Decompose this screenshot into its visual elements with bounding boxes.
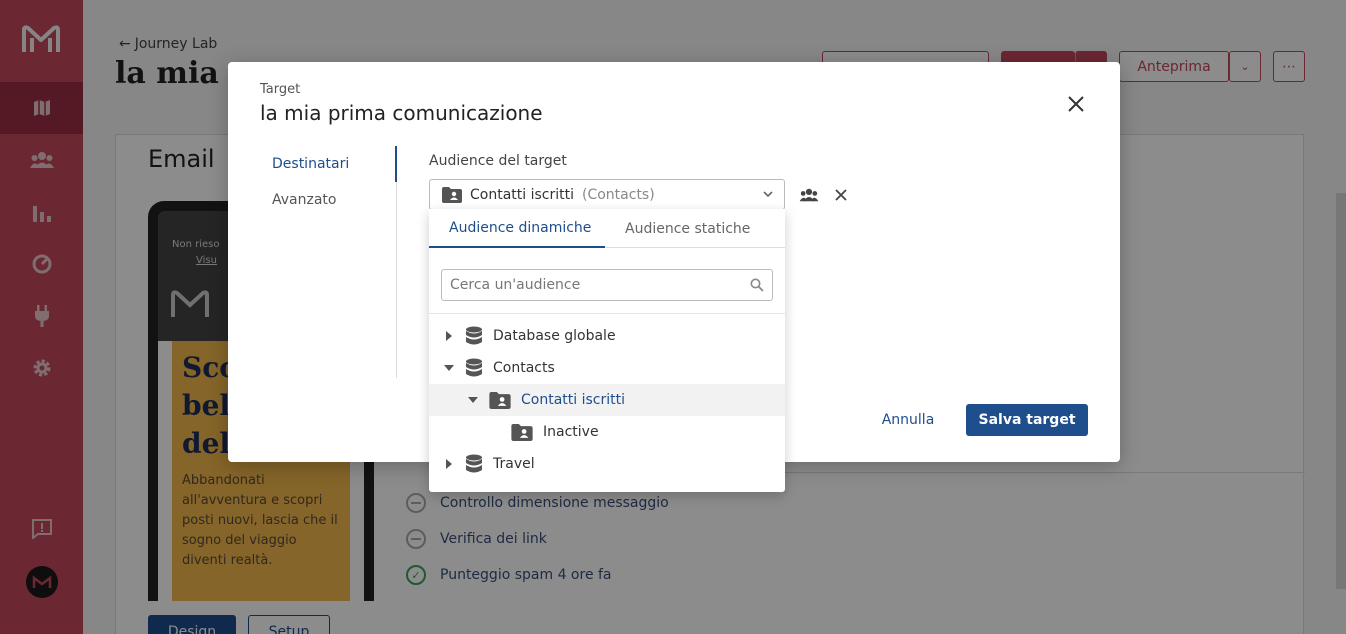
tree-item-label: Database globale (493, 328, 616, 344)
close-icon[interactable] (1064, 92, 1088, 116)
divider (429, 313, 785, 314)
selected-audience-name: Contatti iscritti (470, 186, 574, 203)
search-icon (750, 278, 764, 292)
audience-contacts-button[interactable] (798, 185, 820, 205)
tree-item-contacts[interactable]: Contacts (429, 352, 785, 384)
selected-audience-source: (Contacts) (582, 186, 655, 203)
tree-item-global-database[interactable]: Database globale (429, 320, 785, 352)
tree-item-label: Inactive (543, 424, 599, 440)
audience-dropdown: Audience dinamiche Audience statiche Dat… (429, 209, 785, 492)
chevron-down-icon (763, 191, 773, 198)
close-icon (835, 189, 847, 201)
tree-item-travel[interactable]: Travel (429, 448, 785, 480)
audience-type-tabs: Audience dinamiche Audience statiche (429, 209, 785, 248)
cancel-button[interactable]: Annulla (874, 404, 942, 436)
tree-item-contacts-subscribed[interactable]: Contatti iscritti (429, 384, 785, 416)
modal-eyebrow: Target (260, 82, 301, 97)
database-icon (465, 358, 483, 378)
modal-title: la mia prima comunicazione (260, 101, 543, 125)
save-target-button[interactable]: Salva target (966, 404, 1088, 436)
database-icon (465, 326, 483, 346)
tree-item-label: Travel (493, 456, 535, 472)
audience-select[interactable]: Contatti iscritti (Contacts) (429, 179, 785, 210)
audience-search-input[interactable] (450, 277, 740, 293)
tab-advanced[interactable]: Avanzato (272, 192, 336, 208)
tree-item-label: Contatti iscritti (521, 392, 625, 408)
modal-nav: Destinatari Avanzato (260, 146, 397, 378)
contact-folder-icon (511, 423, 533, 441)
tab-static-audiences[interactable]: Audience statiche (625, 209, 775, 248)
page-scrollbar[interactable] (1336, 193, 1346, 589)
clear-audience-button[interactable] (830, 185, 852, 205)
contact-folder-icon (489, 391, 511, 409)
caret-right-icon[interactable] (443, 330, 455, 342)
tree-item-label: Contacts (493, 360, 555, 376)
audience-field-label: Audience del target (429, 153, 567, 169)
contact-folder-icon (442, 186, 462, 203)
active-tab-indicator (395, 146, 397, 182)
caret-down-icon[interactable] (443, 362, 455, 374)
caret-down-icon[interactable] (467, 394, 479, 406)
caret-right-icon[interactable] (443, 458, 455, 470)
tab-recipients[interactable]: Destinatari (272, 156, 349, 172)
tree-item-inactive[interactable]: Inactive (429, 416, 785, 448)
database-icon (465, 454, 483, 474)
audience-search (441, 269, 773, 301)
tab-dynamic-audiences[interactable]: Audience dinamiche (429, 209, 605, 248)
users-icon (799, 188, 819, 202)
